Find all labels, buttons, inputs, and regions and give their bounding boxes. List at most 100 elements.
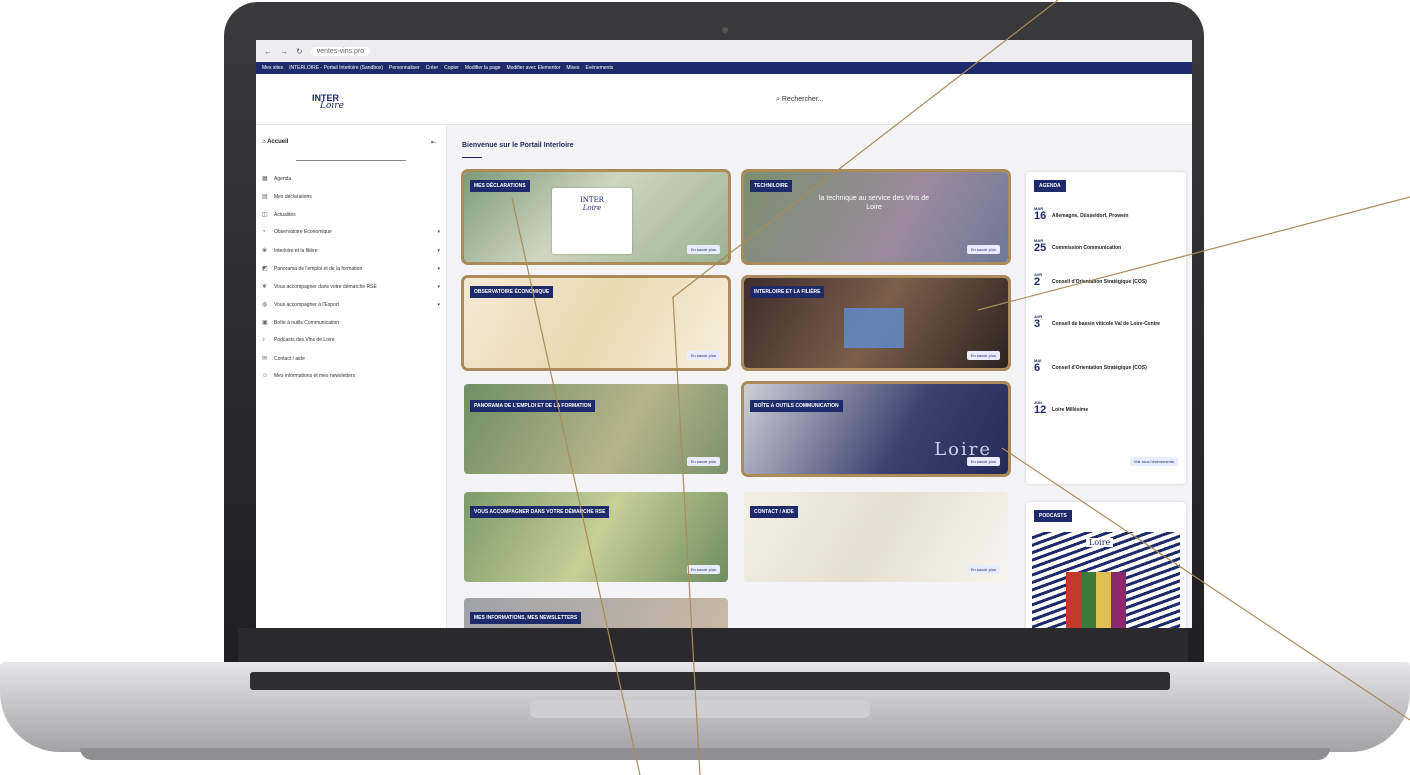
sidebar-item-contact[interactable]: ✉ Contact / aide bbox=[262, 355, 440, 363]
admin-item[interactable]: Evénements bbox=[585, 65, 613, 71]
reload-icon[interactable]: ↻ bbox=[296, 47, 303, 56]
title-underline bbox=[462, 157, 482, 158]
admin-item[interactable]: Personnaliser bbox=[389, 65, 420, 71]
card-label: MES DÉCLARATIONS bbox=[470, 180, 530, 192]
sidebar-item-filiere[interactable]: ❀ Interloire et la filière ▾ bbox=[262, 247, 440, 255]
card-informations-newsletters[interactable]: MES INFORMATIONS, MES NEWSLETTERS bbox=[464, 598, 728, 628]
card-label: MES INFORMATIONS, MES NEWSLETTERS bbox=[470, 612, 582, 624]
more-button[interactable]: En savoir plus bbox=[686, 565, 720, 574]
sidebar-item-label: Agenda bbox=[274, 175, 292, 182]
sidebar-item-communication[interactable]: ▣ Boîte à outils Communication bbox=[262, 319, 440, 327]
card-techniloire[interactable]: la technique au service des Vins de Loir… bbox=[741, 169, 1011, 265]
address-bar[interactable]: ventes-vins.pro bbox=[310, 46, 371, 56]
declaration-preview: INTER Loire bbox=[552, 188, 632, 254]
sidebar-item-agenda[interactable]: ▦ Agenda bbox=[262, 175, 440, 183]
admin-item[interactable]: Mes sites bbox=[262, 65, 283, 71]
more-button[interactable]: En savoir plus bbox=[966, 457, 1000, 466]
event-day: 16 bbox=[1034, 210, 1047, 222]
sidebar-item-label: Contact / aide bbox=[274, 355, 305, 362]
trackpad bbox=[530, 700, 870, 718]
search-icon: ⌕ bbox=[776, 96, 780, 103]
admin-item[interactable]: Copier bbox=[444, 65, 459, 71]
document-icon: ▤ bbox=[262, 194, 268, 200]
stage-screen bbox=[844, 308, 904, 348]
card-label: TECHNILOIRE bbox=[750, 180, 792, 192]
sidebar-item-rse[interactable]: ❦ Vous accompagner dans votre démarche RS… bbox=[262, 283, 440, 291]
sidebar-item-label: Actualités bbox=[274, 211, 296, 218]
user-icon: ☺ bbox=[262, 373, 269, 379]
podcast-tag: PODCASTS bbox=[1034, 510, 1072, 522]
card-boite-outils[interactable]: Loire BOÎTE À OUTILS COMMUNICATION En sa… bbox=[741, 381, 1011, 477]
sidebar-item-label: Mes informations et mes newsletters bbox=[274, 373, 356, 379]
browser-toolbar: ← → ↻ ventes-vins.pro bbox=[256, 40, 1192, 62]
sidebar-item-label: Interloire et la filière bbox=[274, 247, 318, 254]
admin-item[interactable]: INTERLOIRE - Portail Interloire (Sandbox… bbox=[289, 65, 383, 71]
divider bbox=[296, 160, 406, 161]
sidebar-item-actualites[interactable]: ◫ Actualités bbox=[262, 211, 440, 219]
sidebar-item-label: Podcasts des Vins de Loire bbox=[274, 337, 335, 343]
toolbox-icon: ▣ bbox=[262, 320, 268, 326]
more-button[interactable]: En savoir plus bbox=[686, 351, 720, 360]
chevron-down-icon[interactable]: ▾ bbox=[437, 266, 440, 272]
chevron-down-icon[interactable]: ▾ bbox=[437, 229, 440, 235]
sidebar-item-home[interactable]: ⌂ Accueil bbox=[262, 139, 288, 145]
card-label: VOUS ACCOMPAGNER DANS VOTRE DÉMARCHE RSE bbox=[470, 506, 610, 518]
card-label: INTERLOIRE ET LA FILIÈRE bbox=[750, 286, 825, 298]
globe-icon: ◍ bbox=[262, 302, 268, 308]
card-label: BOÎTE À OUTILS COMMUNICATION bbox=[750, 400, 843, 412]
laptop-foot bbox=[80, 748, 1330, 760]
see-all-events-button[interactable]: Voir tous l'événements bbox=[1129, 457, 1178, 466]
sidebar-item-label: Mes déclarations bbox=[274, 193, 312, 200]
sidebar-collapse-icon[interactable]: ⇤ bbox=[431, 139, 436, 146]
more-button[interactable]: En savoir plus bbox=[966, 351, 1000, 360]
sidebar-item-emploi[interactable]: ◩ Panorama de l'emploi et de la formation… bbox=[262, 265, 440, 273]
chevron-down-icon[interactable]: ▾ bbox=[437, 248, 440, 254]
briefcase-icon: ◩ bbox=[262, 266, 268, 272]
card-rse[interactable]: VOUS ACCOMPAGNER DANS VOTRE DÉMARCHE RSE… bbox=[464, 492, 728, 582]
sidebar-item-podcasts[interactable]: ♪ Podcasts des Vins de Loire bbox=[262, 337, 440, 343]
card-mes-declarations[interactable]: INTER Loire MES DÉCLARATIONS En savoir pl… bbox=[461, 169, 731, 265]
sidebar: ⌂ Accueil ⇤ ▦ Agenda ▤ Mes déclarations ◫ A… bbox=[256, 125, 447, 628]
chevron-down-icon[interactable]: ▾ bbox=[437, 284, 440, 290]
calendar-icon: ▦ bbox=[262, 176, 268, 182]
event-title: Conseil de bassin viticole Val de Loire-… bbox=[1052, 321, 1161, 327]
sidebar-item-informations[interactable]: ☺ Mes informations et mes newsletters bbox=[262, 373, 440, 379]
card-panorama-emploi[interactable]: PANORAMA DE L'EMPLOI ET DE LA FORMATION … bbox=[464, 384, 728, 474]
search-input[interactable]: Rechercher... bbox=[782, 96, 824, 103]
sidebar-item-label: Vous accompagner dans votre démarche RSE bbox=[274, 283, 377, 290]
sidebar-home-label: Accueil bbox=[267, 139, 289, 145]
admin-item[interactable]: Mises bbox=[566, 65, 579, 71]
card-interloire-filiere[interactable]: INTERLOIRE ET LA FILIÈRE En savoir plus bbox=[741, 275, 1011, 371]
page-title: Bienvenue sur le Portail Interloire bbox=[462, 142, 574, 149]
event-day: 2 bbox=[1034, 276, 1041, 288]
card-observatoire[interactable]: OBSERVATOIRE ÉCONOMIQUE En savoir plus bbox=[461, 275, 731, 371]
search-bar[interactable]: ⌕ Rechercher... bbox=[776, 96, 824, 104]
card-contact-aide[interactable]: CONTACT / AIDE En savoir plus bbox=[744, 492, 1008, 582]
admin-item[interactable]: Modifier la page bbox=[465, 65, 501, 71]
back-icon[interactable]: ← bbox=[264, 47, 272, 56]
keyboard bbox=[250, 672, 1170, 690]
card-label: PANORAMA DE L'EMPLOI ET DE LA FORMATION bbox=[470, 400, 596, 412]
agenda-panel: AGENDA MAR 16 Allemagne, Düsseldorf, Prowe… bbox=[1026, 172, 1186, 484]
leaf-icon: ❦ bbox=[262, 284, 268, 290]
interloire-logo[interactable]: INTER Loire bbox=[312, 94, 344, 111]
sidebar-item-export[interactable]: ◍ Vous accompagner à l'Export ▾ bbox=[262, 301, 440, 309]
sidebar-item-observatoire[interactable]: ◔ Observatoire Economique ▾ bbox=[262, 229, 440, 235]
card-label: OBSERVATOIRE ÉCONOMIQUE bbox=[470, 286, 554, 298]
admin-item[interactable]: Modifier avec Elementor bbox=[506, 65, 560, 71]
home-icon: ⌂ bbox=[262, 139, 266, 145]
event-day: 6 bbox=[1034, 362, 1041, 374]
sidebar-item-declarations[interactable]: ▤ Mes déclarations bbox=[262, 193, 440, 201]
sidebar-item-label: Observatoire Economique bbox=[274, 229, 332, 235]
chevron-down-icon[interactable]: ▾ bbox=[437, 302, 440, 308]
more-button[interactable]: En savoir plus bbox=[686, 245, 720, 254]
admin-item[interactable]: Créer bbox=[426, 65, 439, 71]
forward-icon[interactable]: → bbox=[280, 47, 288, 56]
more-button[interactable]: En savoir plus bbox=[966, 565, 1000, 574]
more-button[interactable]: En savoir plus bbox=[686, 457, 720, 466]
event-day: 25 bbox=[1034, 242, 1047, 254]
podcast-panel[interactable]: PODCASTS Loire bbox=[1026, 502, 1186, 628]
more-button[interactable]: En savoir plus bbox=[966, 245, 1000, 254]
doc-logo-top: INTER bbox=[580, 196, 604, 204]
event-title: Conseil d'Orientation Stratégique (COS) bbox=[1052, 365, 1147, 371]
